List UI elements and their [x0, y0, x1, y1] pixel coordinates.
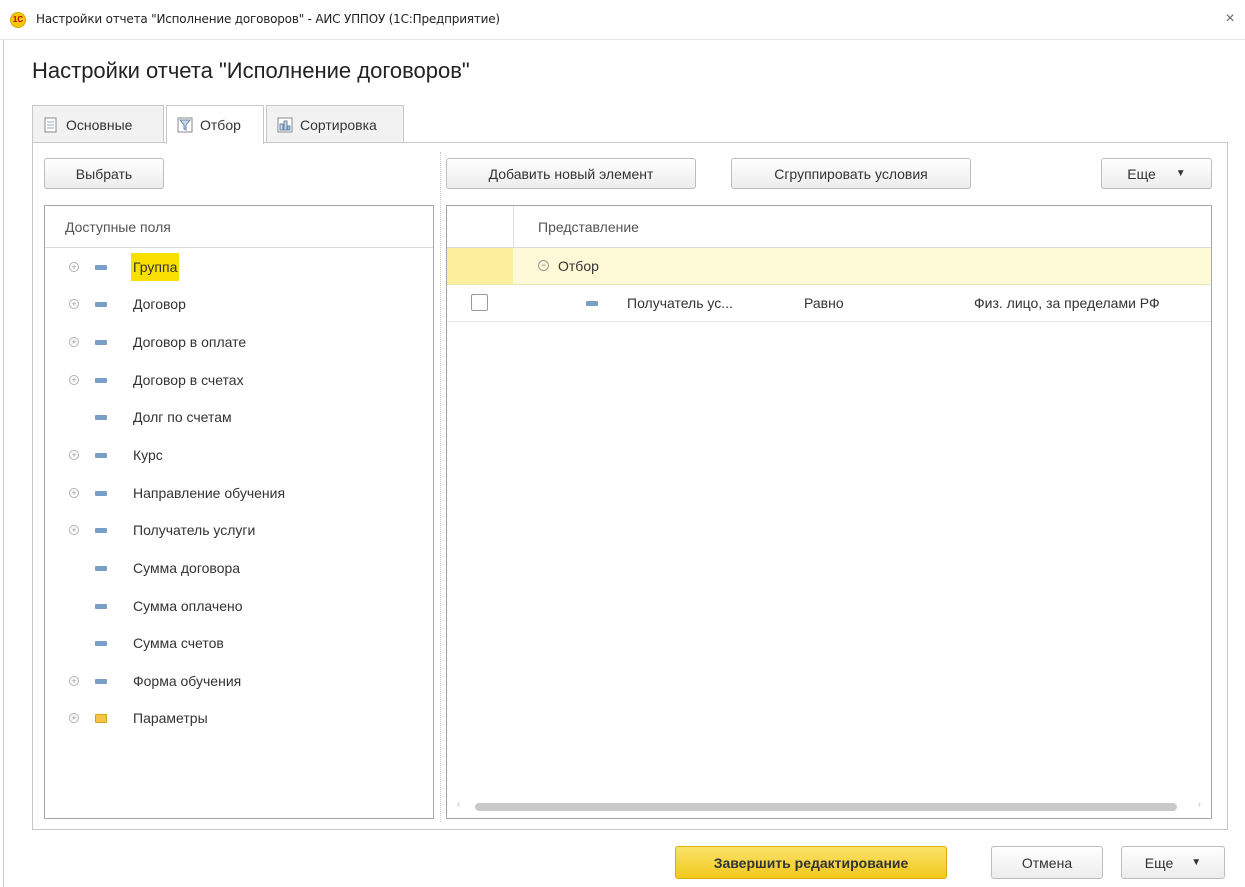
chevron-down-icon: ▼: [1175, 168, 1186, 179]
chevron-down-icon: ▼: [1191, 857, 1202, 868]
select-field-button[interactable]: Выбрать: [44, 158, 164, 189]
more-actions-label: Еще: [1127, 165, 1156, 182]
expand-icon[interactable]: +: [69, 525, 79, 535]
field-icon: [95, 301, 107, 307]
field-icon: [95, 678, 107, 684]
tree-item-label: Форма обучения: [133, 673, 242, 689]
field-icon: [95, 603, 107, 609]
tree-item-study-form[interactable]: + Форма обучения: [45, 664, 433, 698]
field-icon: [95, 490, 107, 496]
field-icon: [95, 264, 107, 270]
expand-icon[interactable]: +: [69, 375, 79, 385]
filter-group-row[interactable]: − Отбор: [447, 248, 1211, 285]
tree-item-label: Направление обучения: [133, 485, 286, 501]
window-left-border: [0, 40, 4, 887]
scroll-right-icon[interactable]: ›: [1198, 799, 1201, 810]
window-title: Настройки отчета "Исполнение договоров" …: [36, 12, 500, 26]
tree-item-course[interactable]: + Курс: [45, 438, 433, 472]
tree-item-label: Сумма договора: [133, 560, 241, 576]
tree-item-contract-in-payment[interactable]: + Договор в оплате: [45, 325, 433, 359]
footer-more-button[interactable]: Еще ▼: [1121, 846, 1225, 879]
tree-item-invoices-sum[interactable]: Сумма счетов: [45, 626, 433, 660]
tab-main[interactable]: Основные: [32, 105, 164, 143]
tree-item-parameters[interactable]: + Параметры: [45, 701, 433, 735]
column-separator: [513, 206, 514, 248]
add-new-element-button[interactable]: Добавить новый элемент: [446, 158, 696, 189]
group-row-marker: [447, 248, 513, 284]
sort-icon: [277, 117, 293, 132]
filter-icon: [177, 117, 193, 133]
tab-sort-label: Сортировка: [300, 116, 377, 133]
tab-filter-label: Отбор: [200, 117, 241, 133]
tree-item-label: Сумма счетов: [133, 635, 224, 651]
group-conditions-button[interactable]: Сгруппировать условия: [731, 158, 971, 189]
field-icon: [95, 339, 107, 345]
tree-item-label: Группа: [131, 253, 180, 281]
tree-item-study-direction[interactable]: + Направление обучения: [45, 476, 433, 510]
tree-item-label: Параметры: [133, 710, 208, 726]
collapse-icon[interactable]: −: [538, 260, 549, 271]
panel-splitter[interactable]: [440, 152, 441, 822]
tree-item-group[interactable]: + Группа: [45, 250, 433, 284]
field-icon: [95, 640, 107, 646]
condition-comparison[interactable]: Равно: [804, 285, 844, 322]
expand-icon[interactable]: +: [69, 676, 79, 686]
expand-icon[interactable]: +: [69, 713, 79, 723]
available-fields-header: Доступные поля: [45, 206, 433, 248]
tree-item-invoice-debt[interactable]: Долг по счетам: [45, 400, 433, 434]
field-icon: [95, 527, 107, 533]
available-fields-tree[interactable]: Доступные поля + Группа + Договор + Дого…: [44, 205, 434, 819]
folder-icon: [95, 713, 107, 723]
tree-item-service-recipient[interactable]: + Получатель услуги: [45, 513, 433, 547]
field-icon: [95, 377, 107, 383]
condition-value[interactable]: Физ. лицо, за пределами РФ: [974, 285, 1160, 322]
tree-item-contract-sum[interactable]: Сумма договора: [45, 551, 433, 585]
filter-conditions-grid[interactable]: Представление − Отбор Получатель ус... Р…: [446, 205, 1212, 819]
conditions-header: Представление: [447, 206, 1211, 248]
condition-use-checkbox[interactable]: [471, 294, 488, 311]
scroll-left-icon[interactable]: ‹: [457, 799, 460, 810]
app-logo-icon: 1С: [10, 12, 26, 28]
horizontal-scrollbar[interactable]: ‹ ›: [455, 799, 1203, 812]
expand-icon[interactable]: +: [69, 337, 79, 347]
tree-item-contract[interactable]: + Договор: [45, 287, 433, 321]
field-icon: [95, 452, 107, 458]
finish-editing-button[interactable]: Завершить редактирование: [675, 846, 947, 879]
tree-item-label: Курс: [133, 447, 163, 463]
tab-sort[interactable]: Сортировка: [266, 105, 404, 143]
cancel-button[interactable]: Отмена: [991, 846, 1103, 879]
tree-item-label: Получатель услуги: [133, 522, 256, 538]
close-window-button[interactable]: ×: [1221, 10, 1239, 28]
expand-icon[interactable]: +: [69, 299, 79, 309]
tree-item-label: Договор в оплате: [133, 334, 247, 350]
tab-main-label: Основные: [66, 116, 133, 133]
tree-item-contract-in-invoices[interactable]: + Договор в счетах: [45, 363, 433, 397]
form-heading: Настройки отчета "Исполнение договоров": [32, 58, 470, 83]
tree-item-label: Договор: [133, 296, 186, 312]
tree-item-paid-sum[interactable]: Сумма оплачено: [45, 589, 433, 623]
document-icon: [44, 117, 57, 132]
field-icon: [95, 414, 107, 420]
condition-field[interactable]: Получатель ус...: [627, 285, 733, 322]
expand-icon[interactable]: +: [69, 488, 79, 498]
tree-item-label: Договор в счетах: [133, 372, 244, 388]
condition-row[interactable]: Получатель ус... Равно Физ. лицо, за пре…: [447, 285, 1211, 322]
scrollbar-thumb[interactable]: [475, 803, 1177, 811]
group-row-label: Отбор: [558, 258, 599, 274]
footer-more-label: Еще: [1144, 854, 1174, 871]
column-header-representation[interactable]: Представление: [538, 206, 639, 248]
tab-filter[interactable]: Отбор: [166, 105, 264, 144]
more-actions-button[interactable]: Еще ▼: [1101, 158, 1212, 189]
field-icon: [586, 301, 598, 306]
window-titlebar: 1С Настройки отчета "Исполнение договоро…: [0, 0, 1245, 40]
expand-icon[interactable]: +: [69, 450, 79, 460]
tree-item-label: Сумма оплачено: [133, 598, 243, 614]
field-icon: [95, 565, 107, 571]
tree-item-label: Долг по счетам: [133, 409, 232, 425]
expand-icon[interactable]: +: [69, 262, 79, 272]
